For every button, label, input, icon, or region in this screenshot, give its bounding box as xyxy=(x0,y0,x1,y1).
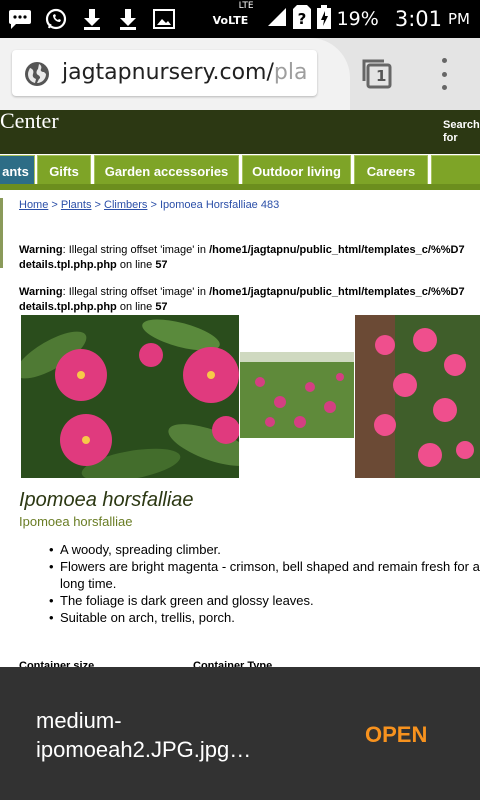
search-label[interactable]: Search for xyxy=(443,119,480,145)
product-photo-side[interactable] xyxy=(355,315,480,478)
tab-switcher-button[interactable]: 1 xyxy=(362,59,392,89)
breadcrumb-climbers[interactable]: Climbers xyxy=(104,199,147,211)
whatsapp-icon xyxy=(44,7,68,31)
nav-item-more[interactable] xyxy=(431,155,480,187)
php-warning: Warning: Illegal string offset 'image' i… xyxy=(19,244,465,271)
nav-item-outdoor-living[interactable]: Outdoor living xyxy=(242,155,351,187)
menu-dot xyxy=(441,71,447,77)
status-bar: VoLTE LTE ? 19% 3:01 PM xyxy=(0,0,480,38)
image-icon xyxy=(152,7,176,31)
list-item: A woody, spreading climber. xyxy=(49,541,480,558)
download-icon xyxy=(116,7,140,31)
product-photo-main[interactable] xyxy=(21,315,239,478)
nav-item-plants[interactable]: ants xyxy=(0,155,35,187)
nav-item-gifts[interactable]: Gifts xyxy=(37,155,91,187)
download-filename: medium-ipomoeah2.JPG.jpg… xyxy=(36,708,252,762)
left-thumbnail-strip xyxy=(0,198,3,268)
battery-icon xyxy=(316,5,331,33)
list-item: Flowers are bright magenta - crimson, be… xyxy=(49,558,480,592)
menu-dot xyxy=(441,85,447,90)
globe-icon xyxy=(24,61,50,92)
product-subtitle: Ipomoea horsfalliae xyxy=(19,514,133,529)
breadcrumb-plants[interactable]: Plants xyxy=(61,199,92,211)
signal-icon xyxy=(267,7,287,31)
menu-dot xyxy=(441,58,447,63)
chat-bubble-icon xyxy=(8,7,32,31)
svg-text:?: ? xyxy=(297,10,306,28)
browser-toolbar: jagtapnursery.com/pla 1 xyxy=(0,38,480,110)
download-icon xyxy=(80,7,104,31)
overflow-menu-button[interactable] xyxy=(434,58,454,90)
nav-item-garden-accessories[interactable]: Garden accessories xyxy=(94,155,239,187)
nav-underline xyxy=(0,184,480,190)
product-photo-thumb[interactable] xyxy=(240,352,354,438)
nav-item-careers[interactable]: Careers xyxy=(354,155,428,187)
no-sim-icon: ? xyxy=(292,5,311,33)
php-warning: Warning: Illegal string offset 'image' i… xyxy=(19,286,465,313)
site-title: Center xyxy=(0,108,59,133)
list-item: Suitable on arch, trellis, porch. xyxy=(49,609,480,626)
volte-indicator: VoLTE LTE xyxy=(212,1,254,27)
url-text: jagtapnursery.com/pla xyxy=(62,60,308,85)
breadcrumb: Home > Plants > Climbers > Ipomoea Horsf… xyxy=(19,199,280,211)
list-item: The foliage is dark green and glossy lea… xyxy=(49,592,480,609)
breadcrumb-home[interactable]: Home xyxy=(19,199,48,211)
site-header: Center Search for xyxy=(0,108,480,154)
address-bar[interactable]: jagtapnursery.com/pla xyxy=(12,50,317,96)
open-download-button[interactable]: OPEN xyxy=(365,722,427,748)
battery-percent: 19% xyxy=(336,8,379,30)
product-features: A woody, spreading climber. Flowers are … xyxy=(49,541,480,626)
product-title: Ipomoea horsfalliae xyxy=(19,489,194,511)
breadcrumb-current: Ipomoea Horsfalliae 483 xyxy=(159,199,280,211)
tab-count: 1 xyxy=(376,67,387,85)
clock: 3:01 xyxy=(394,7,442,31)
clock-ampm: PM xyxy=(448,10,470,28)
